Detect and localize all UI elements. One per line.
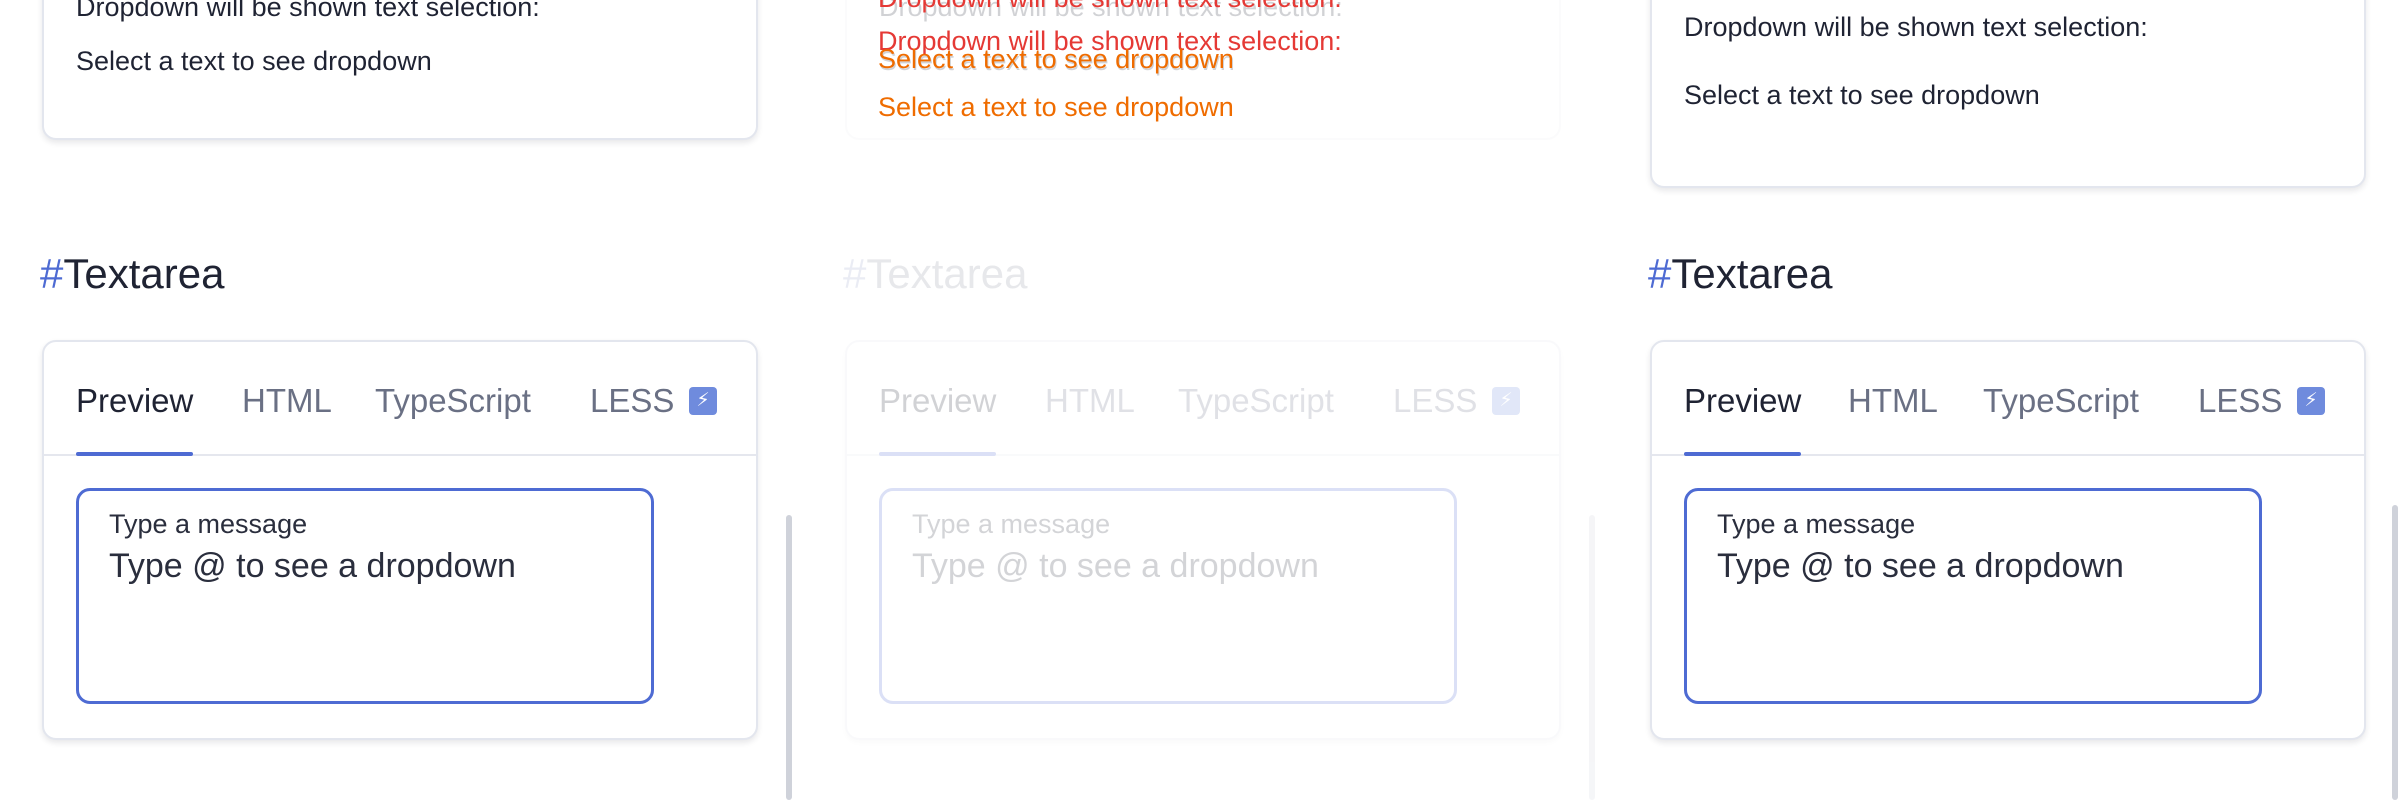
section-title-text: Textarea <box>63 250 225 297</box>
section-title-textarea: #Textarea <box>843 250 1027 298</box>
section-title-textarea: #Textarea <box>1648 250 1832 298</box>
message-textarea[interactable]: Type a message Type @ to see a dropdown <box>879 488 1457 704</box>
textarea-label: Type a message <box>1717 509 1916 539</box>
example-tabs: Preview HTML TypeScript LESS ⚡ <box>44 342 756 456</box>
example-tabs: Preview HTML TypeScript LESS ⚡ <box>847 342 1559 456</box>
textarea-label: Type a message <box>912 509 1111 539</box>
select-text-prompt[interactable]: Select a text to see dropdown <box>76 46 432 77</box>
tab-typescript[interactable]: TypeScript <box>1178 382 1334 420</box>
example-tabs: Preview HTML TypeScript LESS ⚡ <box>1652 342 2364 456</box>
example-card: Preview HTML TypeScript LESS ⚡ Type a me… <box>42 340 758 740</box>
lightning-bolt-icon[interactable]: ⚡ <box>2297 387 2325 415</box>
tab-preview[interactable]: Preview <box>76 382 193 420</box>
scrollbar-thumb[interactable] <box>786 515 792 800</box>
tab-less[interactable]: LESS <box>590 382 674 420</box>
left-panel: Dropdown will be shown text selection: S… <box>40 0 792 800</box>
tab-less[interactable]: LESS <box>2198 382 2282 420</box>
active-tab-indicator <box>1684 452 1801 456</box>
anchor-hash-link[interactable]: # <box>843 250 866 297</box>
scrollbar-thumb[interactable] <box>2392 505 2398 800</box>
right-panel: Dropdown will be shown text selection: S… <box>1648 0 2398 800</box>
dropdown-hint-text: Dropdown will be shown text selection: <box>1684 12 2148 42</box>
section-title-text: Textarea <box>866 250 1028 297</box>
tab-less[interactable]: LESS <box>1393 382 1477 420</box>
overlay-dropdown-hint-text: Dropdown will be shown text selection: <box>878 0 1342 14</box>
lightning-bolt-icon[interactable]: ⚡ <box>689 387 717 415</box>
select-text-prompt[interactable]: Select a text to see dropdown <box>1684 80 2040 111</box>
overlay-select-prompt: Select a text to see dropdown <box>878 44 1234 74</box>
anchor-hash-link[interactable]: # <box>1648 250 1671 297</box>
scrollbar-thumb[interactable] <box>1589 515 1595 800</box>
active-tab-indicator <box>879 452 996 456</box>
textarea-value[interactable]: Type @ to see a dropdown <box>109 547 516 586</box>
tab-typescript[interactable]: TypeScript <box>375 382 531 420</box>
text-selection-demo-card: Dropdown will be shown text selection: S… <box>42 0 758 140</box>
tab-html[interactable]: HTML <box>1848 382 1938 420</box>
dropdown-hint-text: Dropdown will be shown text selection: <box>76 0 540 22</box>
anchor-hash-link[interactable]: # <box>40 250 63 297</box>
section-title-textarea: #Textarea <box>40 250 224 298</box>
text-selection-demo-card: Dropdown will be shown text selection: S… <box>1650 0 2366 188</box>
message-textarea[interactable]: Type a message Type @ to see a dropdown <box>76 488 654 704</box>
tab-html[interactable]: HTML <box>1045 382 1135 420</box>
overlay-select-prompt: Select a text to see dropdown <box>878 92 1234 122</box>
tab-preview[interactable]: Preview <box>879 382 996 420</box>
lightning-bolt-icon[interactable]: ⚡ <box>1492 387 1520 415</box>
example-card: Preview HTML TypeScript LESS ⚡ Type a me… <box>845 340 1561 740</box>
textarea-value[interactable]: Type @ to see a dropdown <box>1717 547 2124 586</box>
example-card: Preview HTML TypeScript LESS ⚡ Type a me… <box>1650 340 2366 740</box>
tab-html[interactable]: HTML <box>242 382 332 420</box>
active-tab-indicator <box>76 452 193 456</box>
textarea-label: Type a message <box>109 509 308 539</box>
section-title-text: Textarea <box>1671 250 1833 297</box>
tab-preview[interactable]: Preview <box>1684 382 1801 420</box>
message-textarea[interactable]: Type a message Type @ to see a dropdown <box>1684 488 2262 704</box>
textarea-value[interactable]: Type @ to see a dropdown <box>912 547 1319 586</box>
tab-typescript[interactable]: TypeScript <box>1983 382 2139 420</box>
